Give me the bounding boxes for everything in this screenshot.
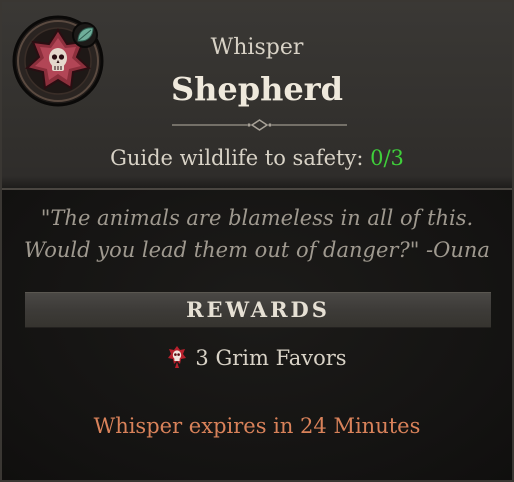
rewards-header: REWARDS <box>25 292 491 328</box>
ornament-divider <box>172 119 347 131</box>
expiry-text: Whisper expires in 24 Minutes <box>93 414 421 438</box>
quest-objective: Guide wildlife to safety: 0/3 <box>2 146 512 170</box>
quest-category: Whisper <box>210 35 304 60</box>
reward-label: 3 Grim Favors <box>195 346 347 370</box>
quote-line-2: Would you lead them out of danger?" -Oun… <box>24 238 490 262</box>
grim-favor-skull-icon <box>168 346 187 368</box>
rewards-heading: REWARDS <box>186 297 330 322</box>
quest-title: Shepherd <box>171 70 343 108</box>
objective-progress: 0/3 <box>370 146 404 170</box>
quote-line-1: "The animals are blameless in all of thi… <box>40 206 474 230</box>
quest-quote: "The animals are blameless in all of thi… <box>2 202 512 266</box>
objective-label: Guide wildlife to safety: <box>110 146 364 170</box>
reward-item: 3 Grim Favors <box>2 345 512 370</box>
whisper-tooltip: Whisper Shepherd Guide wildlife to safet… <box>0 0 514 482</box>
tooltip-header: Whisper Shepherd Guide wildlife to safet… <box>2 2 512 190</box>
